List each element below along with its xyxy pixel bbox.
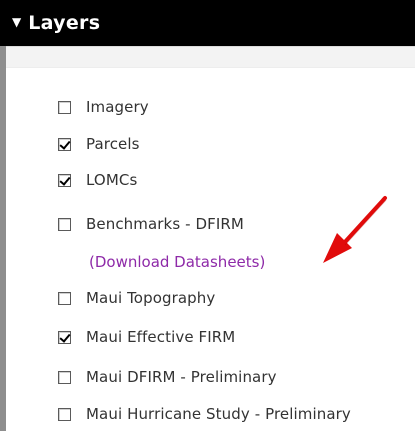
- layer-label-maui-dfirm-preliminary: Maui DFIRM - Preliminary: [86, 368, 277, 386]
- download-datasheets-link[interactable]: (Download Datasheets): [89, 253, 265, 271]
- layers-panel-header[interactable]: ▼ Layers: [0, 0, 415, 46]
- layer-label-maui-hurricane-study-preliminary: Maui Hurricane Study - Preliminary: [86, 405, 351, 423]
- layer-label-parcels: Parcels: [86, 135, 140, 153]
- layer-checkbox-lomcs[interactable]: [58, 173, 71, 187]
- layer-label-maui-effective-firm: Maui Effective FIRM: [86, 328, 236, 346]
- layer-checkbox-maui-dfirm-preliminary[interactable]: [58, 370, 71, 384]
- layer-item-maui-effective-firm[interactable]: Maui Effective FIRM: [58, 326, 235, 348]
- layer-checkbox-maui-hurricane-study-preliminary[interactable]: [58, 407, 71, 421]
- layer-checkbox-maui-effective-firm[interactable]: [58, 330, 71, 344]
- layer-item-maui-topography[interactable]: Maui Topography: [58, 287, 215, 309]
- layer-item-parcels[interactable]: Parcels: [58, 133, 140, 155]
- layer-checkbox-maui-topography[interactable]: [58, 291, 71, 305]
- layer-label-lomcs: LOMCs: [86, 171, 138, 189]
- layer-item-maui-hurricane-study-preliminary[interactable]: Maui Hurricane Study - Preliminary: [58, 403, 351, 425]
- layer-checkbox-benchmarks-dfirm[interactable]: [58, 217, 71, 231]
- layer-item-maui-dfirm-preliminary[interactable]: Maui DFIRM - Preliminary: [58, 366, 277, 388]
- panel-left-border: [0, 46, 6, 431]
- layer-label-maui-topography: Maui Topography: [86, 289, 216, 307]
- panel-subheader-bar: [6, 46, 415, 68]
- layer-label-imagery: Imagery: [86, 98, 149, 116]
- layers-panel: ▼ Layers Imagery Parcels LOMCs Benchmark…: [0, 0, 415, 431]
- triangle-down-icon: ▼: [12, 15, 22, 29]
- layer-item-lomcs[interactable]: LOMCs: [58, 169, 137, 191]
- layer-item-benchmarks-dfirm[interactable]: Benchmarks - DFIRM: [58, 213, 244, 235]
- layer-checkbox-imagery[interactable]: [58, 100, 71, 114]
- layer-item-imagery[interactable]: Imagery: [58, 96, 149, 118]
- layer-label-benchmarks-dfirm: Benchmarks - DFIRM: [86, 215, 244, 233]
- layers-panel-title: Layers: [28, 12, 101, 34]
- layer-checkbox-parcels[interactable]: [58, 137, 71, 151]
